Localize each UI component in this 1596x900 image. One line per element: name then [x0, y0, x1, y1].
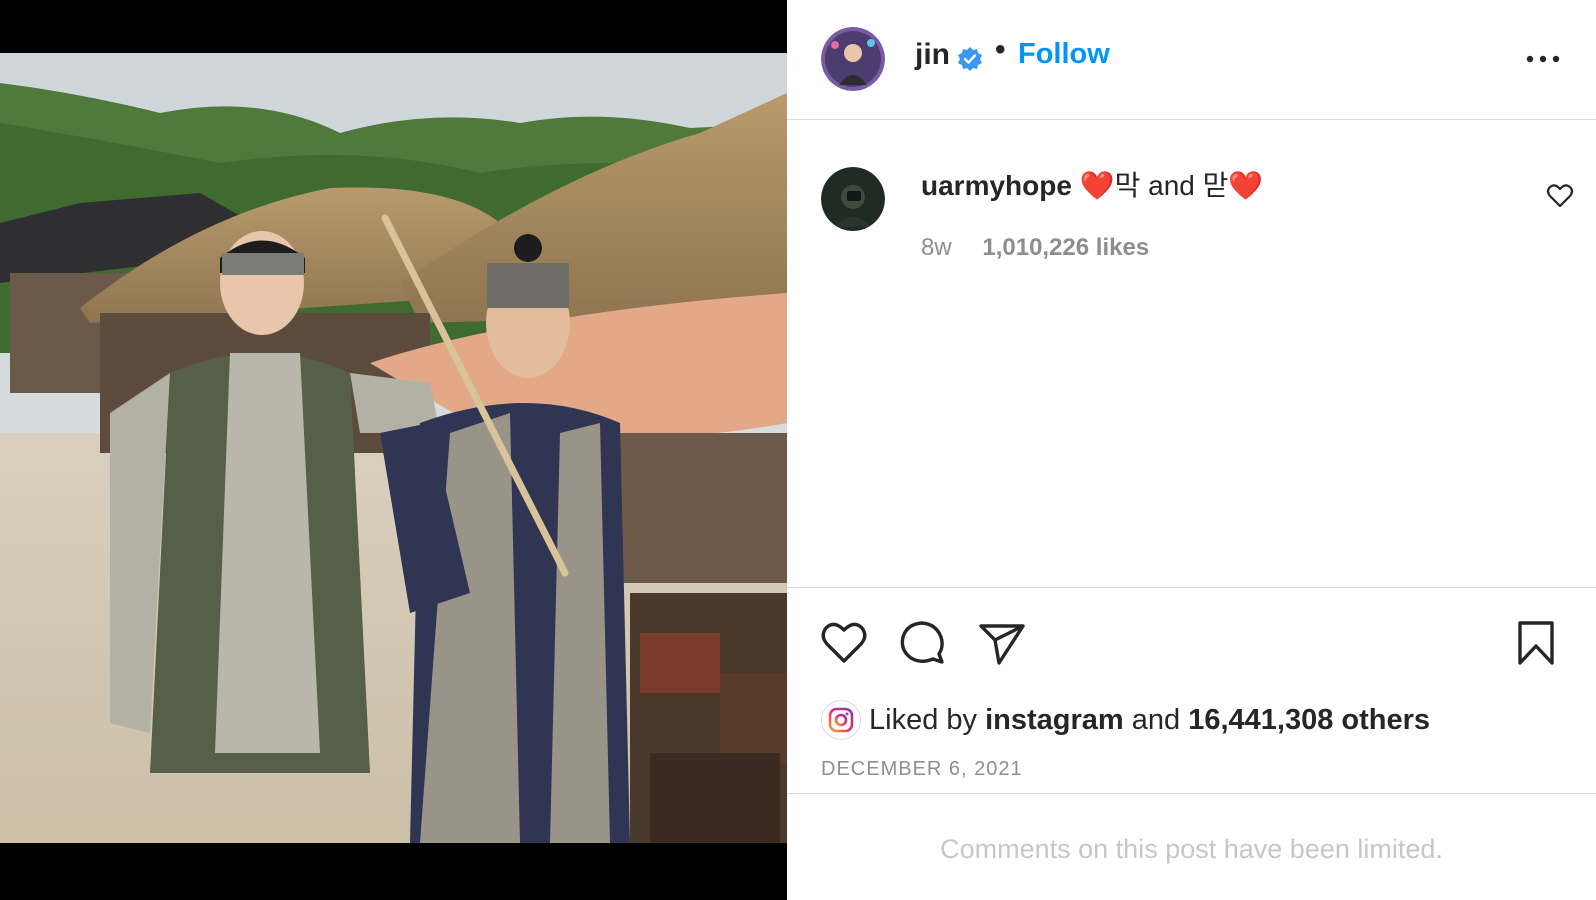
caption-body: ❤️막 and 맏❤️ — [1079, 170, 1264, 201]
commenter-avatar[interactable] — [821, 167, 885, 231]
liked-by-user[interactable]: instagram — [985, 704, 1124, 737]
post-details-panel: jin • Follow uarmyhope ❤️막 and 맏❤️ 8w 1,… — [787, 0, 1596, 900]
caption-text: uarmyhope ❤️막 and 맏❤️ — [921, 168, 1521, 204]
caption-username[interactable]: uarmyhope — [921, 170, 1072, 201]
author-username[interactable]: jin — [915, 38, 950, 72]
liked-by-prefix: Liked by — [869, 703, 978, 736]
follow-button[interactable]: Follow — [1018, 38, 1110, 71]
author-avatar[interactable] — [821, 27, 885, 91]
comments-divider — [787, 793, 1596, 794]
post-date[interactable]: DECEMBER 6, 2021 — [821, 758, 1023, 781]
caption-meta: 8w 1,010,226 likes — [921, 234, 1149, 262]
action-bar — [787, 618, 1596, 674]
post-header: jin • Follow — [787, 0, 1596, 120]
more-options-icon[interactable] — [1525, 45, 1561, 73]
verified-badge-icon — [957, 46, 983, 72]
comments-limited-notice: Comments on this post have been limited. — [940, 834, 1443, 864]
liked-by-line: Liked by instagram and 16,441,308 others — [821, 700, 1430, 740]
caption-section: uarmyhope ❤️막 and 맏❤️ 8w 1,010,226 likes — [787, 120, 1596, 588]
caption-likes[interactable]: 1,010,226 likes — [982, 234, 1149, 261]
post-window: jin • Follow uarmyhope ❤️막 and 맏❤️ 8w 1,… — [0, 0, 1596, 900]
liked-by-and: and — [1131, 703, 1181, 736]
post-photo — [0, 53, 787, 843]
bookmark-icon[interactable] — [1511, 618, 1561, 668]
like-comment-heart-icon[interactable] — [1546, 183, 1574, 209]
header-separator: • — [995, 33, 1006, 66]
send-icon[interactable] — [977, 618, 1027, 668]
post-media[interactable] — [0, 0, 787, 900]
post-age[interactable]: 8w — [921, 234, 952, 261]
liked-by-others[interactable]: 16,441,308 others — [1188, 704, 1430, 737]
comment-icon[interactable] — [897, 618, 947, 668]
heart-icon[interactable] — [819, 618, 869, 668]
instagram-logo-icon[interactable] — [821, 700, 861, 740]
